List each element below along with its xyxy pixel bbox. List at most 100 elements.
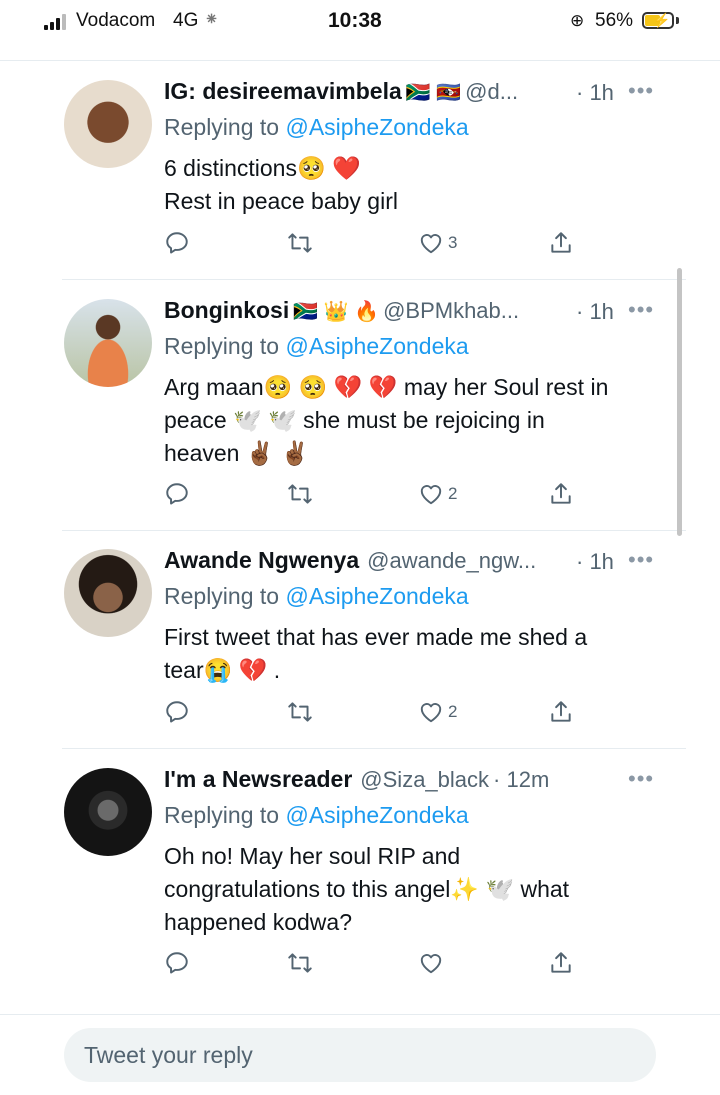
like-button[interactable]: 2 bbox=[418, 481, 478, 511]
heart-icon bbox=[420, 234, 442, 254]
share-button[interactable] bbox=[548, 230, 574, 260]
share-icon bbox=[551, 483, 571, 504]
display-name[interactable]: IG: desireemavimbela bbox=[164, 78, 402, 104]
share-icon bbox=[551, 701, 571, 722]
more-icon[interactable]: ••• bbox=[628, 78, 654, 104]
share-icon bbox=[551, 952, 571, 973]
status-bar: Vodacom 4G ⁕ 10:38 ⊕ 56% ⚡ bbox=[0, 0, 720, 48]
activity-icon: ⁕ bbox=[204, 9, 220, 29]
user-handle[interactable]: @BPMkhab... bbox=[383, 298, 519, 323]
replying-to-link[interactable]: @AsipheZondeka bbox=[285, 802, 468, 828]
replying-to: Replying to @AsipheZondeka bbox=[164, 333, 469, 360]
retweet-button[interactable] bbox=[286, 950, 314, 980]
replying-to-link[interactable]: @AsipheZondeka bbox=[285, 583, 468, 609]
tweet-line: Rest in peace baby girl bbox=[164, 188, 398, 214]
replying-prefix: Replying to bbox=[164, 802, 286, 828]
header-divider bbox=[0, 60, 720, 61]
more-icon[interactable]: ••• bbox=[628, 297, 654, 323]
avatar[interactable] bbox=[64, 80, 152, 168]
reply-button[interactable] bbox=[164, 230, 190, 260]
retweet-icon bbox=[288, 233, 312, 253]
share-button[interactable] bbox=[548, 950, 574, 980]
avatar[interactable] bbox=[64, 768, 152, 856]
tweet-line: 6 distinctions🥺 ❤️ bbox=[164, 155, 361, 181]
reply-input[interactable]: Tweet your reply bbox=[64, 1028, 656, 1082]
replying-to-link[interactable]: @AsipheZondeka bbox=[285, 333, 468, 359]
replying-to: Replying to @AsipheZondeka bbox=[164, 802, 469, 829]
replying-prefix: Replying to bbox=[164, 583, 286, 609]
share-icon bbox=[551, 232, 571, 253]
replying-to-link[interactable]: @AsipheZondeka bbox=[285, 114, 468, 140]
timestamp[interactable]: · 1h bbox=[576, 549, 614, 575]
retweet-icon bbox=[288, 953, 312, 973]
display-name[interactable]: Awande Ngwenya bbox=[164, 547, 359, 573]
heart-icon bbox=[420, 485, 442, 505]
reply-icon bbox=[166, 483, 188, 505]
more-icon[interactable]: ••• bbox=[628, 766, 654, 792]
timestamp[interactable]: · 1h bbox=[576, 80, 614, 106]
replying-prefix: Replying to bbox=[164, 114, 286, 140]
reply-icon bbox=[166, 232, 188, 254]
display-name[interactable]: Bonginkosi bbox=[164, 297, 289, 323]
reply-button[interactable] bbox=[164, 699, 190, 729]
clock: 10:38 bbox=[328, 9, 382, 32]
retweet-button[interactable] bbox=[286, 481, 314, 511]
reply-icon bbox=[166, 701, 188, 723]
replying-to: Replying to @AsipheZondeka bbox=[164, 583, 469, 610]
like-count: 2 bbox=[448, 702, 458, 721]
avatar[interactable] bbox=[64, 299, 152, 387]
retweet-icon bbox=[288, 702, 312, 722]
like-button[interactable] bbox=[418, 950, 444, 980]
tweet-line: congratulations to this angel✨ 🕊️ what bbox=[164, 876, 570, 902]
retweet-button[interactable] bbox=[286, 230, 314, 260]
composer-divider bbox=[0, 1014, 720, 1015]
battery-icon: ⚡ bbox=[642, 12, 674, 29]
tweet-line: heaven ✌🏾 ✌🏾 bbox=[164, 440, 310, 466]
more-icon[interactable]: ••• bbox=[628, 547, 654, 573]
network-type: 4G bbox=[173, 10, 199, 31]
like-button[interactable]: 3 bbox=[418, 230, 478, 260]
user-handle[interactable]: @Siza_black bbox=[360, 767, 489, 792]
orientation-lock-icon: ⊕ bbox=[570, 11, 585, 30]
reply-button[interactable] bbox=[164, 950, 190, 980]
tweet-line: happened kodwa? bbox=[164, 909, 352, 935]
tweet-text: 6 distinctions🥺 ❤️ Rest in peace baby gi… bbox=[164, 152, 664, 218]
reply-button[interactable] bbox=[164, 481, 190, 511]
timestamp[interactable]: · 1h bbox=[576, 299, 614, 325]
tweet-header: I'm a Newsreader @Siza_black · 12m bbox=[164, 766, 660, 800]
retweet-icon bbox=[288, 484, 312, 504]
tweet-text: Arg maan🥺 🥺 💔 💔 may her Soul rest in pea… bbox=[164, 371, 664, 470]
tweet-line: peace 🕊️ 🕊️ she must be rejoicing in bbox=[164, 407, 545, 433]
tweet-line: tear😭 💔 . bbox=[164, 657, 281, 683]
tweet-text: First tweet that has ever made me shed a… bbox=[164, 621, 664, 687]
timestamp[interactable]: · 12m bbox=[493, 767, 549, 792]
user-handle[interactable]: @awande_ngw... bbox=[367, 548, 536, 573]
tweet-divider bbox=[62, 279, 686, 280]
share-button[interactable] bbox=[548, 699, 574, 729]
avatar[interactable] bbox=[64, 549, 152, 637]
charging-icon: ⚡ bbox=[653, 12, 671, 28]
retweet-button[interactable] bbox=[286, 699, 314, 729]
name-emoji: 🇿🇦 👑 🔥 bbox=[293, 301, 380, 323]
tweet-line: Arg maan🥺 🥺 💔 💔 may her Soul rest in bbox=[164, 374, 609, 400]
replying-prefix: Replying to bbox=[164, 333, 286, 359]
name-emoji: 🇿🇦 🇸🇿 bbox=[405, 82, 462, 104]
reply-icon bbox=[166, 952, 188, 974]
display-name[interactable]: I'm a Newsreader bbox=[164, 766, 352, 792]
like-count: 2 bbox=[448, 484, 458, 503]
tweet-divider bbox=[62, 530, 686, 531]
scrollbar[interactable] bbox=[677, 268, 682, 536]
like-count: 3 bbox=[448, 233, 458, 252]
tweet-divider bbox=[62, 748, 686, 749]
share-button[interactable] bbox=[548, 481, 574, 511]
heart-icon bbox=[420, 703, 442, 723]
heart-icon bbox=[420, 954, 442, 974]
reply-placeholder: Tweet your reply bbox=[84, 1042, 253, 1068]
battery-cap bbox=[676, 17, 679, 24]
like-button[interactable]: 2 bbox=[418, 699, 478, 729]
tweet-line: First tweet that has ever made me shed a bbox=[164, 624, 588, 650]
signal-icon bbox=[44, 14, 70, 30]
battery-percentage: 56% bbox=[595, 10, 634, 31]
tweet-line: Oh no! May her soul RIP and bbox=[164, 843, 461, 869]
user-handle[interactable]: @d... bbox=[465, 79, 518, 104]
